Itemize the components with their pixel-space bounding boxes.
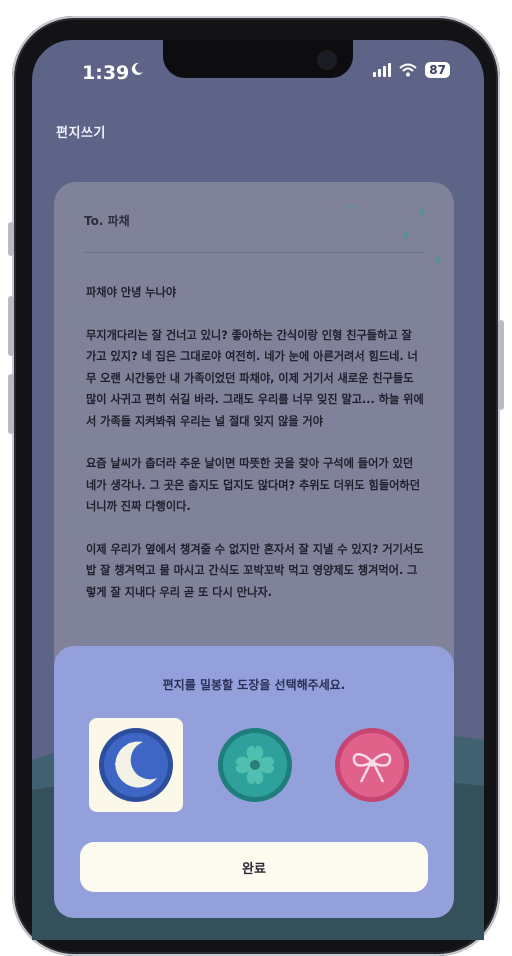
letter-body[interactable]: 파채야 안녕 누나야 무지개다리는 잘 건너고 있니? 좋아하는 간식이랑 인형… [86,282,426,624]
svg-text:✦: ✦ [127,742,131,748]
letter-paragraph: 이제 우리가 옆에서 챙겨줄 수 없지만 혼자서 잘 지낼 수 있지? 거기서도… [86,542,424,599]
battery-indicator: 87 [425,62,450,78]
stamp-option-ribbon[interactable] [325,718,419,812]
wifi-icon [399,63,417,77]
star-decoration-icon: ● [402,230,410,240]
star-decoration-icon: ★ [347,202,356,213]
status-indicators: 87 [373,62,450,78]
status-time: 1:39 [82,62,130,84]
silent-switch [8,374,14,434]
stamp-selection-sheet: 편지를 밀봉할 도장을 선택해주세요. ✦ ✦ ✦ 완료 [54,646,454,918]
clover-stamp-icon [218,728,292,802]
volume-up-button [8,222,14,256]
notch [163,40,353,78]
page-title: 편지쓰기 [56,126,106,141]
stamp-prompt: 편지를 밀봉할 도장을 선택해주세요. [162,678,346,692]
signal-icon [373,63,392,77]
ribbon-stamp-icon [335,728,409,802]
letter-recipient: To. 파채 [84,214,130,228]
letter-paragraph: 파채야 안녕 누나야 [86,286,177,299]
letter-card[interactable]: ★ ★ ● ★ To. 파채 파채야 안녕 누나야 무지개다리는 잘 건너고 있… [54,182,454,702]
svg-text:✦: ✦ [114,762,118,768]
letter-paragraph: 무지개다리는 잘 건너고 있니? 좋아하는 간식이랑 인형 친구들하고 잘 가고… [86,328,424,428]
star-decoration-icon: ★ [431,252,444,268]
svg-text:✦: ✦ [119,747,126,756]
volume-down-button [8,296,14,356]
stamp-option-clover[interactable] [208,718,302,812]
power-button [498,320,504,410]
stamp-option-moon[interactable]: ✦ ✦ ✦ [89,718,183,812]
done-button[interactable]: 완료 [80,842,428,892]
star-decoration-icon: ★ [415,204,428,220]
do-not-disturb-moon-icon [131,62,143,75]
letter-paragraph: 요즘 날씨가 춥더라 추운 날이면 따뜻한 곳을 찾아 구석에 들어가 있던 네… [86,457,420,513]
app-screen: 1:39 87 편지쓰기 ★ ★ ● ★ To. 파채 파채야 안녕 누나야 무… [32,40,484,940]
camera-icon [317,50,337,70]
divider [84,252,424,253]
moon-stamp-icon: ✦ ✦ ✦ [99,728,173,802]
